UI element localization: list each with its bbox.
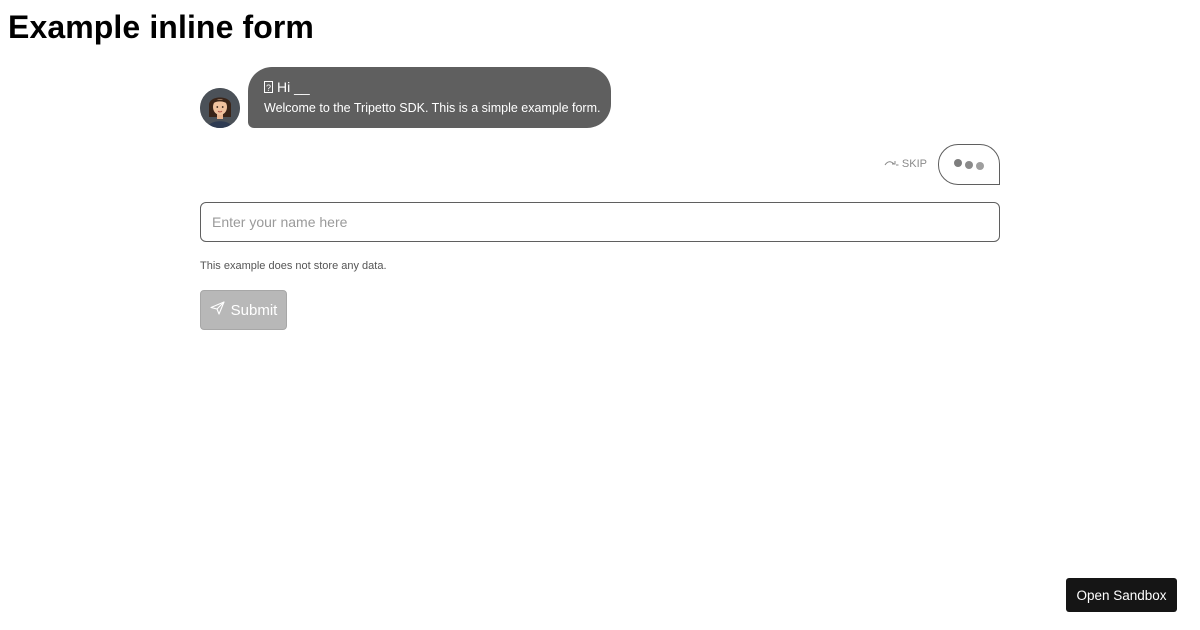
skip-label: SKIP [901, 158, 927, 170]
answer-row: SKIP [200, 144, 1000, 202]
page: Example inline form ? Hi __ Welcome to t… [0, 0, 1200, 630]
privacy-note: This example does not store any data. [200, 260, 387, 272]
avatar-icon [200, 88, 240, 128]
name-input[interactable] [200, 202, 1000, 242]
greeting-text: Hi __ [277, 79, 310, 95]
typing-indicator-icon [938, 144, 1000, 185]
submit-label: Submit [230, 301, 278, 319]
inline-form: ? Hi __ Welcome to the Tripetto SDK. Thi… [200, 67, 1000, 330]
submit-button[interactable]: Submit [200, 290, 287, 330]
typing-dot [965, 160, 973, 169]
paper-plane-icon [210, 301, 225, 319]
page-title: Example inline form [8, 9, 314, 45]
welcome-text: Welcome to the Tripetto SDK. This is a s… [264, 101, 601, 115]
greeting-line: ? Hi __ [264, 78, 595, 96]
emoji-placeholder-icon: ? [264, 81, 273, 93]
question-bubble: ? Hi __ Welcome to the Tripetto SDK. Thi… [248, 67, 611, 128]
typing-dot [976, 162, 984, 170]
open-sandbox-button[interactable]: Open Sandbox [1066, 578, 1177, 612]
skip-button[interactable]: SKIP [884, 158, 927, 170]
typing-dot [954, 159, 962, 167]
question-row: ? Hi __ Welcome to the Tripetto SDK. Thi… [200, 67, 1000, 129]
skip-icon [884, 158, 899, 170]
